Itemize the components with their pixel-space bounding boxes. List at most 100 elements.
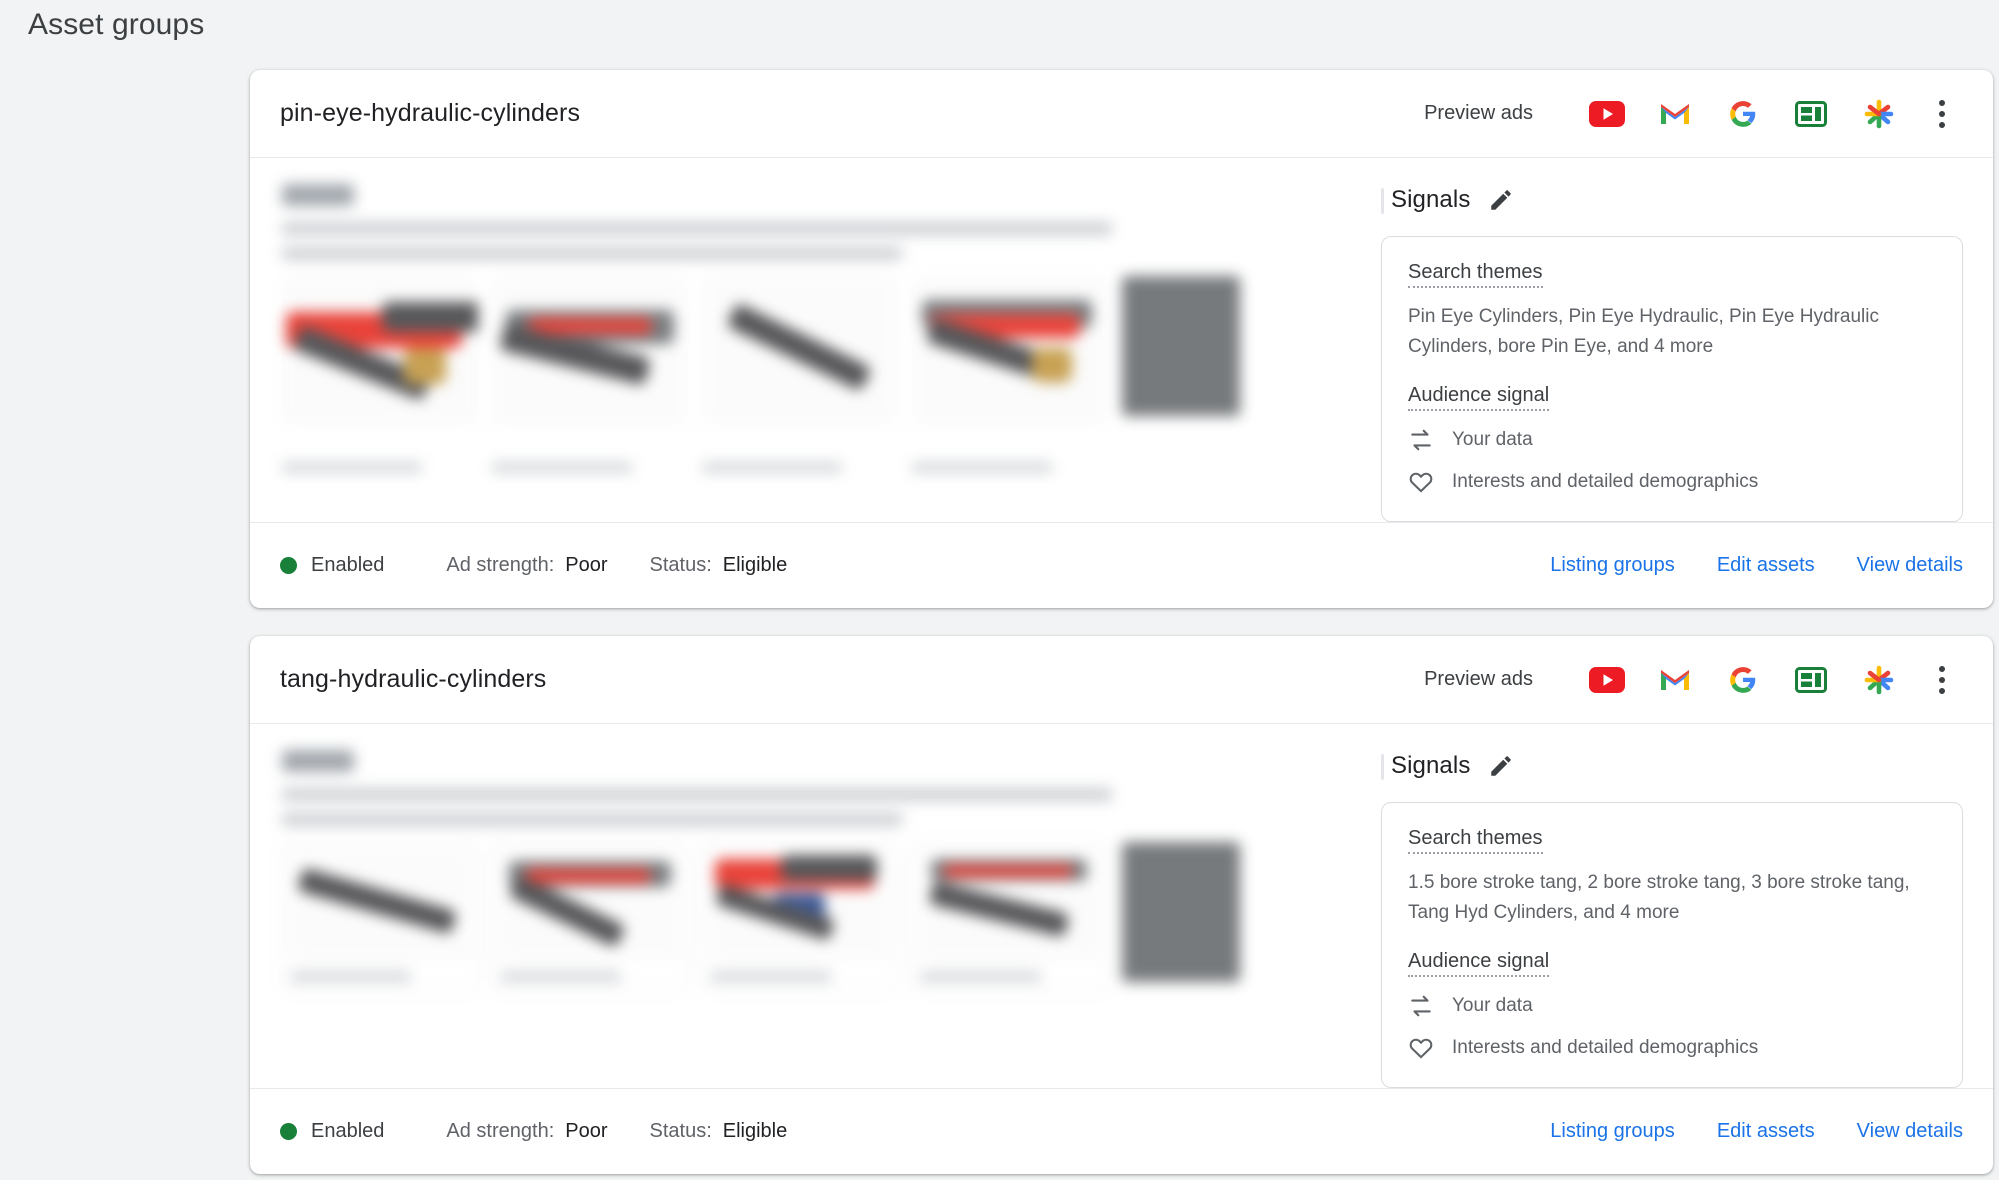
asset-group-card: pin-eye-hydraulic-cylinders Preview ads (250, 70, 1993, 608)
ad-strength-key: Ad strength: (446, 554, 555, 576)
audience-item-interests: Interests and detailed demographics (1408, 469, 1936, 495)
asset-group-body: Signals Search themes 1.5 bore stroke ta… (250, 724, 1993, 1088)
product-card (912, 842, 1108, 991)
audience-item-your-data: Your data (1408, 427, 1936, 453)
edit-pencil-icon[interactable] (1488, 753, 1514, 779)
sync-arrows-icon (1411, 429, 1431, 451)
search-themes-value: 1.5 bore stroke tang, 2 bore stroke tang… (1408, 872, 1910, 923)
product-caption (912, 462, 1052, 473)
status: Status: Eligible (650, 554, 788, 577)
asset-group-name[interactable]: tang-hydraulic-cylinders (280, 665, 546, 694)
audience-item-label: Your data (1452, 995, 1533, 1016)
preview-badge (282, 184, 354, 206)
ad-strength: Ad strength: Poor (446, 1120, 607, 1143)
listing-groups-link[interactable]: Listing groups (1550, 554, 1675, 577)
youtube-icon[interactable] (1573, 658, 1641, 702)
preview-ads-button[interactable]: Preview ads (1424, 668, 1533, 691)
status-value: Eligible (722, 554, 788, 576)
product-thumbnail (1122, 276, 1240, 416)
preview-badge (282, 750, 354, 772)
ad-preview-region[interactable] (250, 724, 1353, 1088)
gmail-icon[interactable] (1641, 92, 1709, 136)
audience-item-interests: Interests and detailed demographics (1408, 1035, 1936, 1061)
product-thumbnail (702, 276, 898, 426)
product-card (282, 842, 478, 991)
asset-group-footer: Enabled Ad strength: Poor Status: Eligib… (250, 522, 1993, 608)
status-key: Status: (649, 1120, 712, 1142)
asset-group-list: pin-eye-hydraulic-cylinders Preview ads (250, 70, 1993, 1180)
footer-links: Listing groups Edit assets View details (1550, 1120, 1963, 1143)
audience-item-your-data: Your data (1408, 993, 1936, 1019)
product-caption (702, 462, 842, 473)
product-card (702, 842, 898, 991)
product-thumbnail (492, 276, 688, 426)
ad-preview-blurred (282, 184, 1353, 473)
status-dot-icon (280, 1123, 297, 1140)
signals-box: Search themes Pin Eye Cylinders, Pin Eye… (1381, 236, 1963, 522)
display-network-icon[interactable] (1777, 92, 1845, 136)
search-themes-label[interactable]: Search themes (1408, 261, 1543, 288)
status-badge: Enabled (311, 1120, 385, 1142)
audience-signal-label[interactable]: Audience signal (1408, 950, 1550, 977)
preview-product-row (282, 276, 1353, 446)
more-options-icon[interactable] (1913, 92, 1971, 136)
edit-pencil-icon[interactable] (1488, 187, 1514, 213)
product-thumbnail (1122, 842, 1240, 982)
ad-strength-value: Poor (565, 554, 608, 576)
sync-arrows-icon (1411, 995, 1431, 1017)
product-caption (492, 462, 632, 473)
product-caption (282, 462, 422, 473)
preview-headline-line (282, 222, 1112, 235)
preview-description-line (282, 813, 902, 826)
edit-assets-link[interactable]: Edit assets (1717, 554, 1815, 577)
status-badge: Enabled (311, 554, 385, 576)
preview-headline-line (282, 788, 1112, 801)
heart-outline-icon (1409, 1038, 1433, 1059)
more-options-icon[interactable] (1913, 658, 1971, 702)
page-title: Asset groups (28, 8, 205, 41)
signals-box: Search themes 1.5 bore stroke tang, 2 bo… (1381, 802, 1963, 1088)
signals-header: Signals (1381, 186, 1963, 214)
header-actions: Preview ads (1424, 92, 1971, 136)
view-details-link[interactable]: View details (1857, 554, 1963, 577)
google-search-icon[interactable] (1709, 92, 1777, 136)
signals-title: Signals (1391, 752, 1471, 779)
ad-preview-blurred (282, 750, 1353, 1012)
ad-strength: Ad strength: Poor (446, 554, 607, 577)
display-network-icon[interactable] (1777, 658, 1845, 702)
product-thumbnail (912, 276, 1108, 426)
asset-group-body: Signals Search themes Pin Eye Cylinders,… (250, 158, 1993, 522)
edit-assets-link[interactable]: Edit assets (1717, 1120, 1815, 1143)
status-dot-icon (280, 557, 297, 574)
preview-ads-button[interactable]: Preview ads (1424, 102, 1533, 125)
status-value: Eligible (722, 1120, 788, 1142)
asset-group-header: pin-eye-hydraulic-cylinders Preview ads (250, 70, 1993, 158)
gmail-icon[interactable] (1641, 658, 1709, 702)
audience-item-label: Interests and detailed demographics (1452, 471, 1759, 492)
signals-panel: Signals Search themes 1.5 bore stroke ta… (1353, 724, 1993, 1088)
ad-strength-key: Ad strength: (446, 1120, 555, 1142)
heart-outline-icon (1409, 472, 1433, 493)
status: Status: Eligible (650, 1120, 788, 1143)
google-discover-icon[interactable] (1845, 92, 1913, 136)
preview-product-row (282, 842, 1353, 1012)
preview-description-line (282, 247, 902, 260)
audience-signal-label[interactable]: Audience signal (1408, 384, 1550, 411)
ad-strength-value: Poor (565, 1120, 608, 1142)
audience-item-label: Interests and detailed demographics (1452, 1037, 1759, 1058)
audience-item-label: Your data (1452, 429, 1533, 450)
asset-group-name[interactable]: pin-eye-hydraulic-cylinders (280, 99, 580, 128)
youtube-icon[interactable] (1573, 92, 1641, 136)
google-search-icon[interactable] (1709, 658, 1777, 702)
ad-preview-region[interactable] (250, 158, 1353, 522)
asset-group-header: tang-hydraulic-cylinders Preview ads (250, 636, 1993, 724)
google-discover-icon[interactable] (1845, 658, 1913, 702)
listing-groups-link[interactable]: Listing groups (1550, 1120, 1675, 1143)
asset-groups-page: Asset groups pin-eye-hydraulic-cylinders… (0, 0, 1999, 1180)
search-themes-label[interactable]: Search themes (1408, 827, 1543, 854)
view-details-link[interactable]: View details (1857, 1120, 1963, 1143)
asset-group-card: tang-hydraulic-cylinders Preview ads Sig… (250, 636, 1993, 1174)
footer-links: Listing groups Edit assets View details (1550, 554, 1963, 577)
header-actions: Preview ads (1424, 658, 1971, 702)
asset-group-footer: Enabled Ad strength: Poor Status: Eligib… (250, 1088, 1993, 1174)
